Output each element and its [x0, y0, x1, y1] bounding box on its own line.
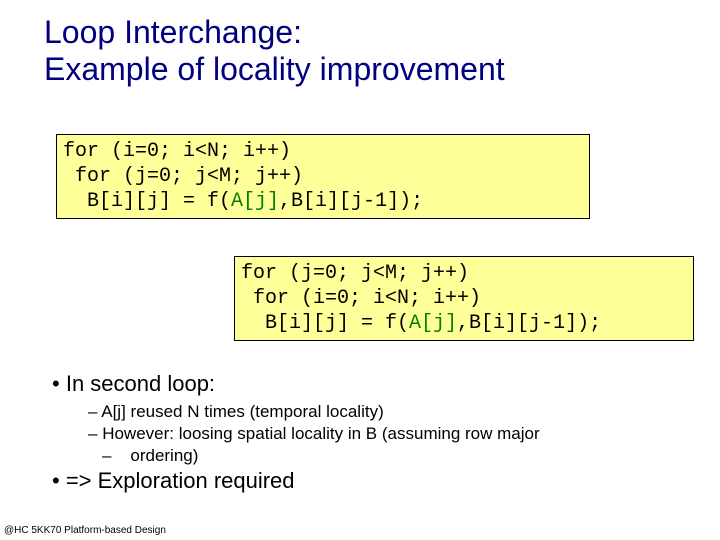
code2-line2: for (i=0; i<N; i++) [241, 287, 481, 310]
code2-line3a: B[i][j] = f( [241, 312, 409, 335]
code-block-1: for (i=0; i<N; i++) for (j=0; j<M; j++) … [56, 134, 590, 219]
bullet-2: => Exploration required [52, 467, 540, 496]
sub-bullet-2-cont: – ordering) [102, 445, 540, 467]
title-line-2: Example of locality improvement [44, 51, 505, 87]
code2-line1: for (j=0; j<M; j++) [241, 262, 469, 285]
code1-line3c: ,B[i][j-1]); [279, 190, 423, 213]
bullet-1: In second loop: [52, 370, 540, 399]
slide-title: Loop Interchange: Example of locality im… [0, 0, 720, 88]
bullet-list: In second loop: A[j] reused N times (tem… [30, 370, 540, 497]
code1-line1: for (i=0; i<N; i++) [63, 140, 291, 163]
code1-line3a: B[i][j] = f( [63, 190, 231, 213]
code1-line2: for (j=0; j<M; j++) [63, 165, 303, 188]
sub-bullet-2: However: loosing spatial locality in B (… [88, 423, 540, 445]
code-block-2: for (j=0; j<M; j++) for (i=0; i<N; i++) … [234, 256, 694, 341]
slide-footer: @HC 5KK70 Platform-based Design [4, 525, 166, 536]
code1-line3b: A[j] [231, 190, 279, 213]
code2-line3c: ,B[i][j-1]); [457, 312, 601, 335]
sub-bullet-1: A[j] reused N times (temporal locality) [88, 401, 540, 423]
code2-line3b: A[j] [409, 312, 457, 335]
title-line-1: Loop Interchange: [44, 14, 302, 50]
sub-bullet-2-text: ordering) [130, 446, 198, 465]
